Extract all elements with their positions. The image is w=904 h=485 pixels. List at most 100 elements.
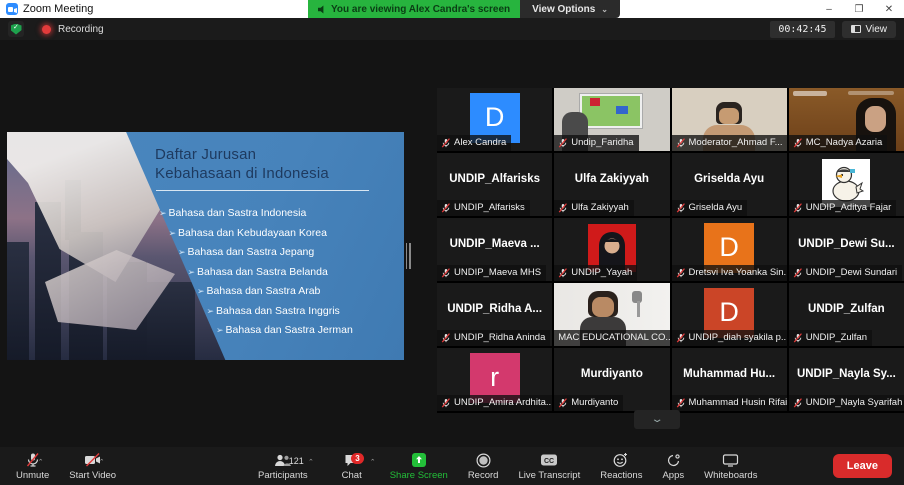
participants-icon: 121 ⌃	[274, 452, 292, 469]
live-transcript-button[interactable]: CC Live Transcript	[508, 447, 590, 485]
meeting-toolbar: ⌃ Unmute ⌃ Start Video 121 ⌃ Participant	[0, 447, 904, 485]
slide-major-list: ➢Bahasa dan Sastra Indonesia ➢Bahasa dan …	[7, 204, 404, 341]
close-button[interactable]: ✕	[874, 0, 904, 18]
mic-muted-icon	[441, 333, 451, 343]
slide-list-item: ➢Bahasa dan Sastra Jepang	[178, 243, 404, 263]
chat-icon: 3 ⌃	[344, 452, 360, 469]
meeting-topbar: Recording 00:42:45 View	[0, 18, 904, 40]
participant-tile[interactable]: DAlex Candra	[437, 88, 552, 151]
participant-tile[interactable]: MAC EDUCATIONAL CO...	[554, 283, 669, 346]
unmute-button[interactable]: ⌃ Unmute	[6, 447, 59, 485]
reactions-icon	[613, 452, 629, 469]
participant-name-center: Muhammad Hu...	[672, 348, 787, 399]
apps-button[interactable]: Apps	[652, 447, 694, 485]
mic-muted-icon	[676, 333, 686, 343]
slide-list-item: ➢Bahasa dan Sastra Inggris	[207, 302, 405, 322]
mic-muted-icon	[558, 398, 568, 408]
participant-tile[interactable]: UNDIP_Maeva ...UNDIP_Maeva MHS	[437, 218, 552, 281]
participants-label: Participants	[258, 470, 308, 481]
minimize-button[interactable]: –	[814, 0, 844, 18]
mic-muted-icon	[793, 268, 803, 278]
slide-title-line2: Kebahasaan di Indonesia	[155, 164, 329, 183]
participant-name-label: MAC EDUCATIONAL CO...	[554, 330, 669, 346]
unmute-label: Unmute	[16, 470, 49, 481]
participant-tile[interactable]: Muhammad Hu...Muhammad Husin Rifai	[672, 348, 787, 411]
participant-tile[interactable]: UNDIP_Ridha A...UNDIP_Ridha Aninda	[437, 283, 552, 346]
participant-name-center: UNDIP_Nayla Sy...	[789, 348, 904, 399]
participant-tile[interactable]: MC_Nadya Azaria	[789, 88, 904, 151]
participant-tile[interactable]: UNDIP_ZulfanUNDIP_Zulfan	[789, 283, 904, 346]
participant-name-label: UNDIP_diah syakila p...	[672, 330, 787, 346]
whiteboards-icon	[722, 452, 739, 469]
view-options-button[interactable]: View Options ⌄	[520, 0, 620, 18]
shared-screen-slide: Daftar Jurusan Kebahasaan di Indonesia ➢…	[7, 132, 404, 360]
record-button[interactable]: Record	[458, 447, 509, 485]
participant-tile[interactable]: UNDIP_AlfarisksUNDIP_Alfarisks	[437, 153, 552, 216]
video-options-chevron[interactable]: ⌃	[99, 458, 105, 466]
participant-tile[interactable]: DUNDIP_diah syakila p...	[672, 283, 787, 346]
participant-name-label: Griselda Ayu	[672, 200, 748, 216]
meeting-main-area: Daftar Jurusan Kebahasaan di Indonesia ➢…	[0, 40, 904, 447]
participant-name-label: UNDIP_Maeva MHS	[437, 265, 546, 281]
participant-tile[interactable]: UNDIP_Yayah	[554, 218, 669, 281]
chevron-down-icon: ⌄	[650, 414, 663, 425]
participant-name-label: Murdiyanto	[554, 395, 623, 411]
live-transcript-label: Live Transcript	[518, 470, 580, 481]
chat-label: Chat	[342, 470, 362, 481]
mic-muted-icon	[558, 138, 568, 148]
participant-name-center: UNDIP_Dewi Su...	[789, 218, 904, 269]
participants-options-chevron[interactable]: ⌃	[308, 458, 314, 466]
participant-tile[interactable]: UNDIP_Aditya Fajar	[789, 153, 904, 216]
participant-name-label: UNDIP_Dewi Sundari	[789, 265, 902, 281]
meeting-timer: 00:42:45	[770, 21, 834, 38]
viewing-banner-text: You are viewing Alex Candra's screen	[331, 4, 510, 15]
slide-list-item: ➢Bahasa dan Sastra Jerman	[216, 321, 404, 341]
mic-muted-icon	[441, 138, 451, 148]
reactions-label: Reactions	[600, 470, 642, 481]
share-screen-button[interactable]: Share Screen	[380, 447, 458, 485]
unmute-options-chevron[interactable]: ⌃	[38, 458, 44, 466]
participant-tile[interactable]: UNDIP_Nayla Sy...UNDIP_Nayla Syarifah	[789, 348, 904, 411]
participant-tile[interactable]: Undip_Faridha	[554, 88, 669, 151]
mic-muted-icon	[558, 268, 568, 278]
zoom-app-icon	[6, 3, 18, 15]
participant-tile[interactable]: DDretsvi Iva Yoanka Sin...	[672, 218, 787, 281]
participant-tile[interactable]: rUNDIP_Amira Ardhita...	[437, 348, 552, 411]
slide-title: Daftar Jurusan Kebahasaan di Indonesia	[155, 145, 329, 183]
participant-name-center: UNDIP_Maeva ...	[437, 218, 552, 269]
participants-button[interactable]: 121 ⌃ Participants	[248, 447, 332, 485]
viewing-banner: You are viewing Alex Candra's screen	[308, 0, 520, 18]
participant-name-label: UNDIP_Ridha Aninda	[437, 330, 550, 346]
video-off-icon: ⌃	[84, 452, 102, 469]
view-grid-icon	[851, 25, 861, 33]
whiteboards-button[interactable]: Whiteboards	[694, 447, 767, 485]
start-video-button[interactable]: ⌃ Start Video	[59, 447, 126, 485]
panel-resize-handle[interactable]	[404, 243, 412, 269]
chat-button[interactable]: 3 ⌃ Chat	[332, 447, 380, 485]
svg-text:CC: CC	[544, 458, 554, 465]
gallery-collapse-button[interactable]: ⌄	[634, 410, 680, 429]
reactions-button[interactable]: Reactions	[590, 447, 652, 485]
participant-tile[interactable]: MurdiyantoMurdiyanto	[554, 348, 669, 411]
view-options-label: View Options	[532, 4, 595, 15]
cc-icon: CC	[540, 452, 558, 469]
participant-tile[interactable]: Griselda AyuGriselda Ayu	[672, 153, 787, 216]
participant-name-label: UNDIP_Aditya Fajar	[789, 200, 897, 216]
chat-options-chevron[interactable]: ⌃	[370, 458, 376, 466]
participant-tile[interactable]: UNDIP_Dewi Su...UNDIP_Dewi Sundari	[789, 218, 904, 281]
participant-tile[interactable]: Moderator_Ahmad F...	[672, 88, 787, 151]
maximize-button[interactable]: ❐	[844, 0, 874, 18]
mic-muted-icon	[793, 398, 803, 408]
security-shield-button[interactable]	[8, 21, 24, 37]
participant-name-label: Undip_Faridha	[554, 135, 638, 151]
window-title: Zoom Meeting	[23, 3, 93, 15]
leave-button[interactable]: Leave	[833, 454, 892, 478]
window-controls: – ❐ ✕	[814, 0, 904, 18]
view-button[interactable]: View	[842, 21, 897, 38]
mic-muted-icon	[676, 268, 686, 278]
view-label: View	[866, 24, 888, 35]
participant-name-label: UNDIP_Alfarisks	[437, 200, 530, 216]
slide-list-item: ➢Bahasa dan Sastra Indonesia	[159, 204, 404, 224]
participant-tile[interactable]: Ulfa ZakiyyahUlfa Zakiyyah	[554, 153, 669, 216]
participants-count: 121	[289, 456, 304, 466]
